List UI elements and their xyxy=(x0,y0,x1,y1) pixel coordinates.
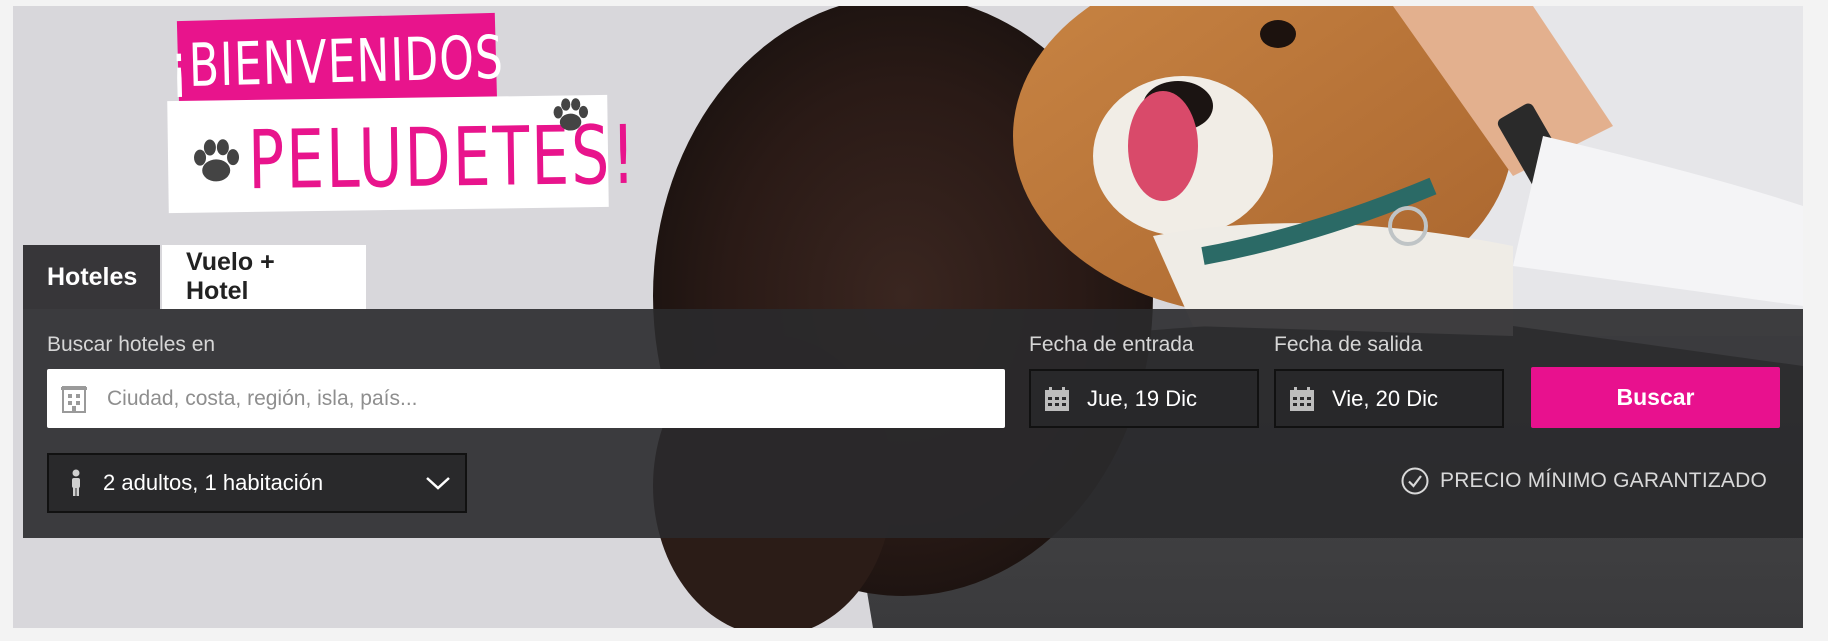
guests-rooms-value: 2 adultos, 1 habitación xyxy=(103,470,324,495)
paw-icon xyxy=(194,139,240,182)
destination-field[interactable] xyxy=(47,369,1005,428)
tab-hoteles[interactable]: Hoteles xyxy=(23,245,160,309)
price-guarantee: PRECIO MÍNIMO GARANTIZADO xyxy=(1400,466,1767,496)
search-tabs: Hoteles Vuelo + Hotel xyxy=(23,245,366,309)
tab-vuelo-hotel[interactable]: Vuelo + Hotel xyxy=(162,245,366,309)
search-button[interactable]: Buscar xyxy=(1531,367,1780,428)
checkout-date-value: Vie, 20 Dic xyxy=(1332,385,1438,411)
tab-label: Hoteles xyxy=(47,262,138,291)
destination-input[interactable] xyxy=(107,369,987,428)
calendar-icon xyxy=(1045,386,1069,411)
calendar-icon xyxy=(1290,386,1314,411)
checkin-label: Fecha de entrada xyxy=(1029,333,1194,356)
checkin-date-field[interactable]: Jue, 19 Dic xyxy=(1029,369,1259,428)
checkout-label: Fecha de salida xyxy=(1274,333,1423,356)
paw-icon xyxy=(553,98,589,131)
check-circle-icon xyxy=(1401,467,1429,495)
guests-rooms-dropdown[interactable]: 2 adultos, 1 habitación xyxy=(47,453,467,513)
chevron-down-icon[interactable] xyxy=(425,475,451,491)
destination-label: Buscar hoteles en xyxy=(47,333,216,356)
checkin-date-value: Jue, 19 Dic xyxy=(1087,385,1198,411)
promo-line-1-text: ¡BIENVENIDOS xyxy=(169,23,505,101)
tab-label: Vuelo + Hotel xyxy=(186,248,275,305)
search-panel: Buscar hoteles en Fecha de entrada Jue, … xyxy=(23,309,1803,538)
price-guarantee-text: PRECIO MÍNIMO GARANTIZADO xyxy=(1439,469,1767,492)
hotel-building-icon xyxy=(61,385,87,413)
promo-line-2: PELUDETES! xyxy=(167,94,638,214)
checkout-date-field[interactable]: Vie, 20 Dic xyxy=(1274,369,1504,428)
person-icon xyxy=(72,469,80,496)
